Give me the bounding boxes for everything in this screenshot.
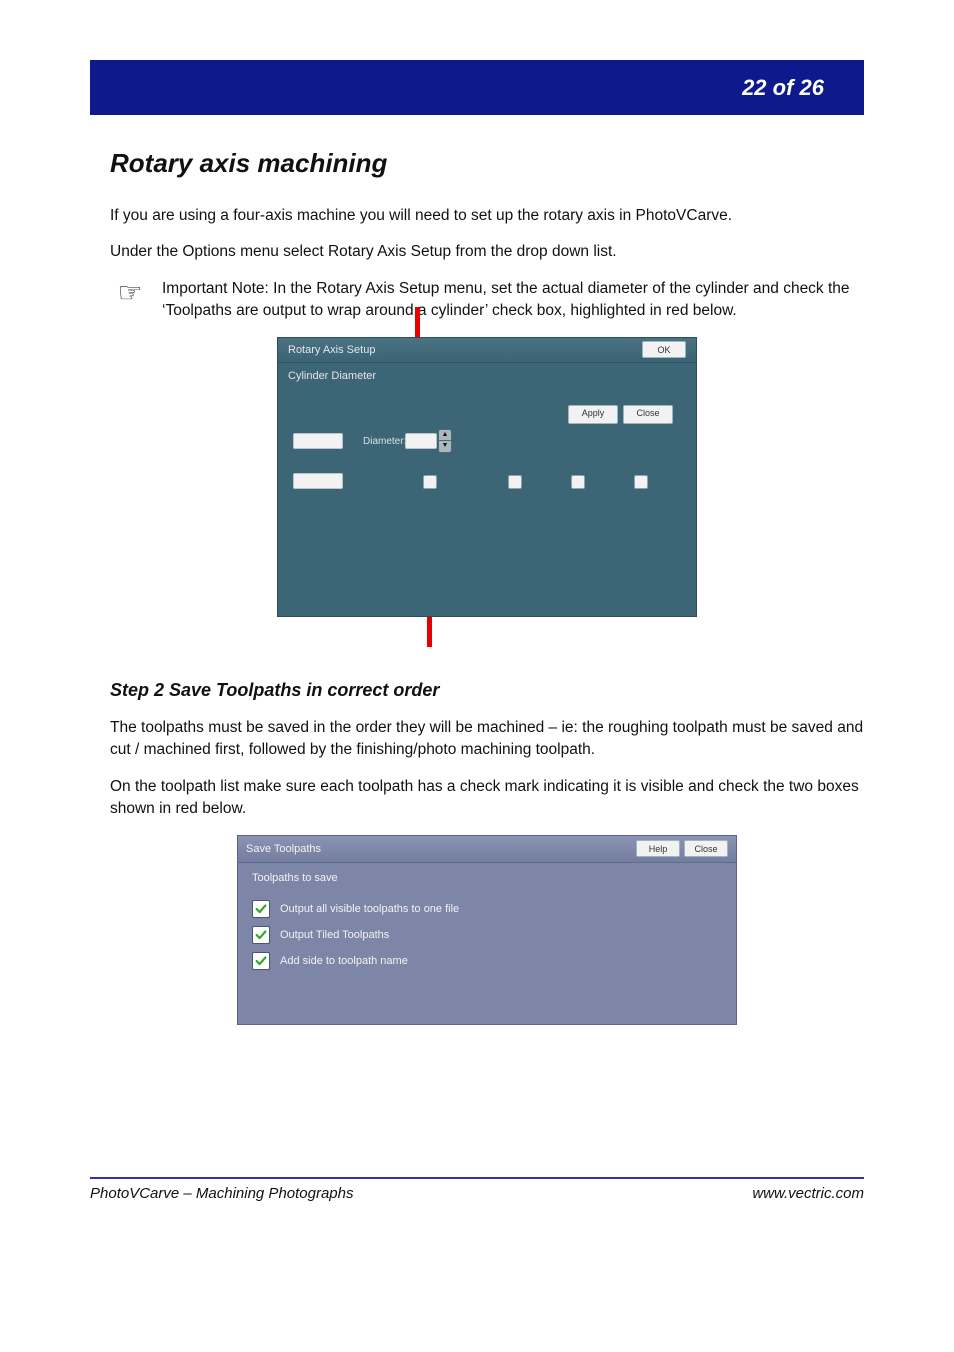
footer-right: www.vectric.com xyxy=(752,1185,864,1202)
close-button[interactable]: Close xyxy=(623,405,673,424)
option-checkbox-2[interactable] xyxy=(571,475,585,489)
option-row-2: Add side to toolpath name xyxy=(238,948,736,974)
option-label: Output all visible toolpaths to one file xyxy=(280,902,459,918)
option-checkbox-0[interactable] xyxy=(252,900,270,918)
spinner-down-icon[interactable]: ▼ xyxy=(439,441,451,452)
dialog-title: Save Toolpaths xyxy=(246,836,321,862)
aux-field-1[interactable] xyxy=(293,433,343,449)
diameter-label: Diameter: xyxy=(363,435,406,450)
option-row-0: Output all visible toolpaths to one file xyxy=(238,896,736,922)
page-counter: 22 of 26 xyxy=(742,75,824,101)
page-content: Rotary axis machining If you are using a… xyxy=(110,145,864,1202)
save-toolpaths-dialog: Save Toolpaths Help Close Toolpaths to s… xyxy=(237,835,737,1025)
note-row: ☞ Important Note: In the Rotary Axis Set… xyxy=(110,278,864,323)
footer-left: PhotoVCarve – Machining Photographs xyxy=(90,1185,354,1202)
aux-field-2[interactable] xyxy=(293,473,343,489)
step-text: Under the Options menu select Rotary Axi… xyxy=(110,241,864,263)
page-footer: PhotoVCarve – Machining Photographs www.… xyxy=(90,1177,864,1202)
option-row-1: Output Tiled Toolpaths xyxy=(238,922,736,948)
step2-paragraph-1: The toolpaths must be saved in the order… xyxy=(110,717,864,762)
diameter-input[interactable] xyxy=(405,433,437,449)
option-checkbox-2[interactable] xyxy=(252,952,270,970)
ok-button[interactable]: OK xyxy=(642,341,686,358)
header-bar: 22 of 26 xyxy=(90,60,864,115)
note-text: Important Note: In the Rotary Axis Setup… xyxy=(162,278,864,323)
dialog-titlebar: Rotary Axis Setup OK xyxy=(278,338,696,363)
pointing-hand-icon: ☞ xyxy=(110,278,150,310)
apply-button[interactable]: Apply xyxy=(568,405,618,424)
option-label: Output Tiled Toolpaths xyxy=(280,928,389,944)
check-icon xyxy=(254,902,268,916)
dialog-title: Rotary Axis Setup xyxy=(288,338,375,362)
section-title: Rotary axis machining xyxy=(110,145,864,183)
option-label: Add side to toolpath name xyxy=(280,954,408,970)
rotary-axis-setup-dialog: Rotary Axis Setup OK Cylinder Diameter D… xyxy=(277,337,697,617)
option-checkbox-1[interactable] xyxy=(508,475,522,489)
spinner-up-icon[interactable]: ▲ xyxy=(439,430,451,442)
intro-paragraph: If you are using a four-axis machine you… xyxy=(110,205,864,227)
dialog-titlebar: Save Toolpaths Help Close xyxy=(238,836,736,863)
check-icon xyxy=(254,928,268,942)
cylinder-diameter-heading: Cylinder Diameter xyxy=(278,363,696,385)
toolpaths-to-save-heading: Toolpaths to save xyxy=(238,863,736,897)
diameter-spinner[interactable]: ▲▼ xyxy=(438,429,452,453)
wrap-checkbox[interactable] xyxy=(423,475,437,489)
step2-heading: Step 2 Save Toolpaths in correct order xyxy=(110,677,864,703)
help-button[interactable]: Help xyxy=(636,840,680,857)
option-checkbox-3[interactable] xyxy=(634,475,648,489)
option-checkbox-1[interactable] xyxy=(252,926,270,944)
step2-paragraph-2: On the toolpath list make sure each tool… xyxy=(110,776,864,821)
close-button[interactable]: Close xyxy=(684,840,728,857)
check-icon xyxy=(254,954,268,968)
